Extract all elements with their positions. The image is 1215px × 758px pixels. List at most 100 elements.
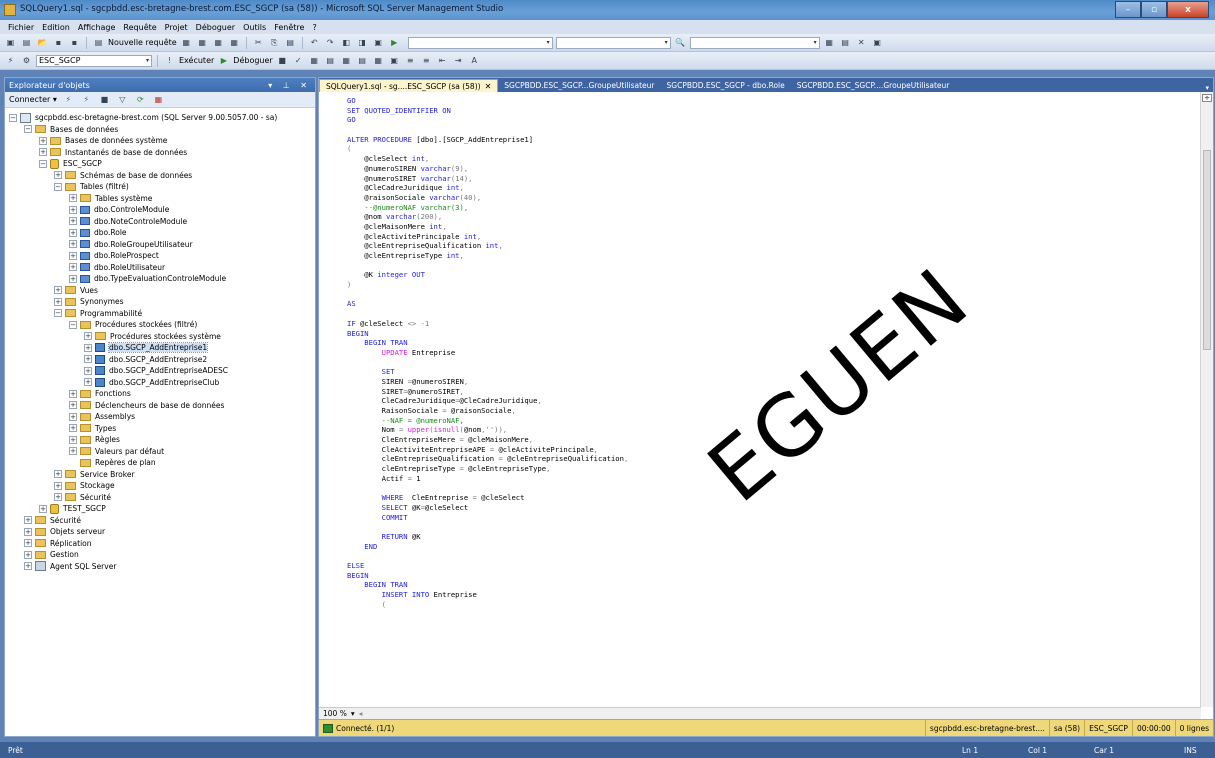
expand-icon[interactable]: + [69, 424, 77, 433]
start-icon[interactable]: ▶ [388, 37, 401, 49]
expand-icon[interactable]: + [69, 251, 77, 260]
execute-button[interactable]: Exécuter [179, 56, 214, 65]
xmla-query-icon[interactable]: ▦ [228, 37, 241, 49]
expand-icon[interactable]: + [24, 516, 32, 525]
expand-icon[interactable]: + [84, 366, 92, 375]
tree-node[interactable]: + Règles [9, 434, 315, 446]
connect-dropdown[interactable]: Connecter ▾ [9, 95, 57, 104]
tree-node[interactable]: + Agent SQL Server [9, 561, 315, 573]
tree-node[interactable]: + TEST_SGCP [9, 503, 315, 515]
menu-affichage[interactable]: Affichage [78, 23, 116, 32]
comment-icon[interactable]: ≡ [404, 55, 417, 67]
tree-node[interactable]: + dbo.SGCP_AddEntreprise1 [9, 342, 315, 354]
expand-icon[interactable]: + [54, 286, 62, 295]
expand-icon[interactable]: + [24, 562, 32, 571]
scroll-left-icon[interactable]: ◂ [359, 709, 363, 718]
expand-icon[interactable]: + [69, 274, 77, 283]
stop-icon[interactable]: ■ [98, 94, 111, 106]
close-tab-icon[interactable]: ✕ [485, 82, 492, 91]
tab-sqlquery1[interactable]: SQLQuery1.sql - sg....ESC_SGCP (sa (58))… [319, 79, 499, 92]
expand-icon[interactable]: + [39, 148, 47, 157]
tree-node[interactable]: + Assemblys [9, 411, 315, 423]
new-project-icon[interactable]: ▣ [4, 37, 17, 49]
tree-node[interactable]: + dbo.NoteControleModule [9, 216, 315, 228]
save-all-icon[interactable]: ▪ [68, 37, 81, 49]
tree-node[interactable]: + Service Broker [9, 469, 315, 481]
tree-node[interactable]: + dbo.SGCP_AddEntreprise2 [9, 354, 315, 366]
expand-icon[interactable]: + [69, 194, 77, 203]
debug-button[interactable]: Déboguer [233, 56, 272, 65]
tab-groupeutilisateur-1[interactable]: SGCPBDD.ESC_SGCP...GroupeUtilisateur [498, 79, 660, 92]
menu-fenetre[interactable]: Fenêtre [274, 23, 304, 32]
expand-icon[interactable]: + [84, 343, 92, 352]
expand-icon[interactable]: + [84, 355, 92, 364]
results-grid-icon[interactable]: ▦ [372, 55, 385, 67]
tree-node[interactable]: − Programmabilité [9, 308, 315, 320]
expand-icon[interactable]: + [69, 389, 77, 398]
tab-list-dropdown-icon[interactable]: ▾ [1205, 84, 1213, 92]
menu-fichier[interactable]: Fichier [8, 23, 34, 32]
tree-node[interactable]: − sgcpbdd.esc-bretagne-brest.com (SQL Ser… [9, 112, 315, 124]
specify-values-icon[interactable]: A [468, 55, 481, 67]
tree-node[interactable]: + dbo.Role [9, 227, 315, 239]
add-item-icon[interactable]: ▤ [20, 37, 33, 49]
tree-node[interactable]: + Procédures stockées système [9, 331, 315, 343]
expand-icon[interactable]: + [84, 378, 92, 387]
expand-icon[interactable]: + [69, 447, 77, 456]
tree-node[interactable]: + dbo.RoleUtilisateur [9, 262, 315, 274]
expand-icon[interactable]: + [24, 527, 32, 536]
tree-node[interactable]: + Stockage [9, 480, 315, 492]
tree-node[interactable]: + Synonymes [9, 296, 315, 308]
menu-projet[interactable]: Projet [165, 23, 188, 32]
database-select[interactable]: ESC_SGCP ▾ [36, 54, 152, 67]
menu-outils[interactable]: Outils [243, 23, 266, 32]
registered-servers-icon[interactable]: ▣ [372, 37, 385, 49]
expand-icon[interactable]: + [69, 435, 77, 444]
collapse-icon[interactable]: − [69, 320, 77, 329]
debug-icon[interactable]: ▶ [217, 55, 230, 67]
navigate-forward-icon[interactable]: ◨ [356, 37, 369, 49]
open-file-icon[interactable]: 📂 [36, 37, 49, 49]
platform-combo[interactable]: ▾ [555, 36, 671, 49]
stop-icon[interactable]: ■ [276, 55, 289, 67]
tree-node[interactable]: + dbo.SGCP_AddEntrepriseClub [9, 377, 315, 389]
copy-icon[interactable]: ⎘ [268, 37, 281, 49]
vertical-scrollbar[interactable]: ÷ [1200, 92, 1213, 707]
cut-icon[interactable]: ✂ [252, 37, 265, 49]
expand-icon[interactable]: + [69, 228, 77, 237]
analysis-query-icon[interactable]: ▦ [196, 37, 209, 49]
collapse-icon[interactable]: − [54, 182, 62, 191]
zoom-level[interactable]: 100 % [323, 709, 347, 718]
tree-node[interactable]: − Procédures stockées (filtré) [9, 319, 315, 331]
paste-icon[interactable]: ▤ [284, 37, 297, 49]
include-plan-icon[interactable]: ▦ [340, 55, 353, 67]
results-file-icon[interactable]: ▣ [388, 55, 401, 67]
tree-node[interactable]: + Types [9, 423, 315, 435]
menu-requete[interactable]: Requête [123, 23, 156, 32]
sql-code-editor[interactable]: GO SET QUOTED_IDENTIFIER ON GO ALTER PROCE… [319, 92, 1201, 707]
tree-node[interactable]: + Bases de données système [9, 135, 315, 147]
save-icon[interactable]: ▪ [52, 37, 65, 49]
uncomment-icon[interactable]: ≡ [420, 55, 433, 67]
disconnect-icon[interactable]: ⚡ [80, 94, 93, 106]
connect-plug-icon[interactable]: ⚡ [62, 94, 75, 106]
find-combo[interactable]: ▾ [689, 36, 820, 49]
panel-pin-controls[interactable]: ▾ ⊥ ✕ [268, 81, 315, 90]
collapse-icon[interactable]: − [54, 309, 62, 318]
filter-icon[interactable]: ▽ [116, 94, 129, 106]
tree-node[interactable]: − Bases de données [9, 124, 315, 136]
properties-icon[interactable]: ▤ [839, 37, 852, 49]
expand-icon[interactable]: + [54, 470, 62, 479]
expand-icon[interactable]: + [69, 240, 77, 249]
connect-icon[interactable]: ⚡ [4, 55, 17, 67]
tree-node[interactable]: + dbo.RoleGroupeUtilisateur [9, 239, 315, 251]
execute-icon[interactable]: ! [163, 55, 176, 67]
expand-icon[interactable]: + [39, 504, 47, 513]
maximize-button[interactable]: ▫ [1141, 1, 1167, 18]
menu-deboguer[interactable]: Déboguer [196, 23, 235, 32]
expand-icon[interactable] [69, 459, 77, 467]
tree-node[interactable]: + dbo.RoleProspect [9, 250, 315, 262]
redo-icon[interactable]: ↷ [324, 37, 337, 49]
undo-icon[interactable]: ↶ [308, 37, 321, 49]
tree-node[interactable]: + Déclencheurs de base de données [9, 400, 315, 412]
